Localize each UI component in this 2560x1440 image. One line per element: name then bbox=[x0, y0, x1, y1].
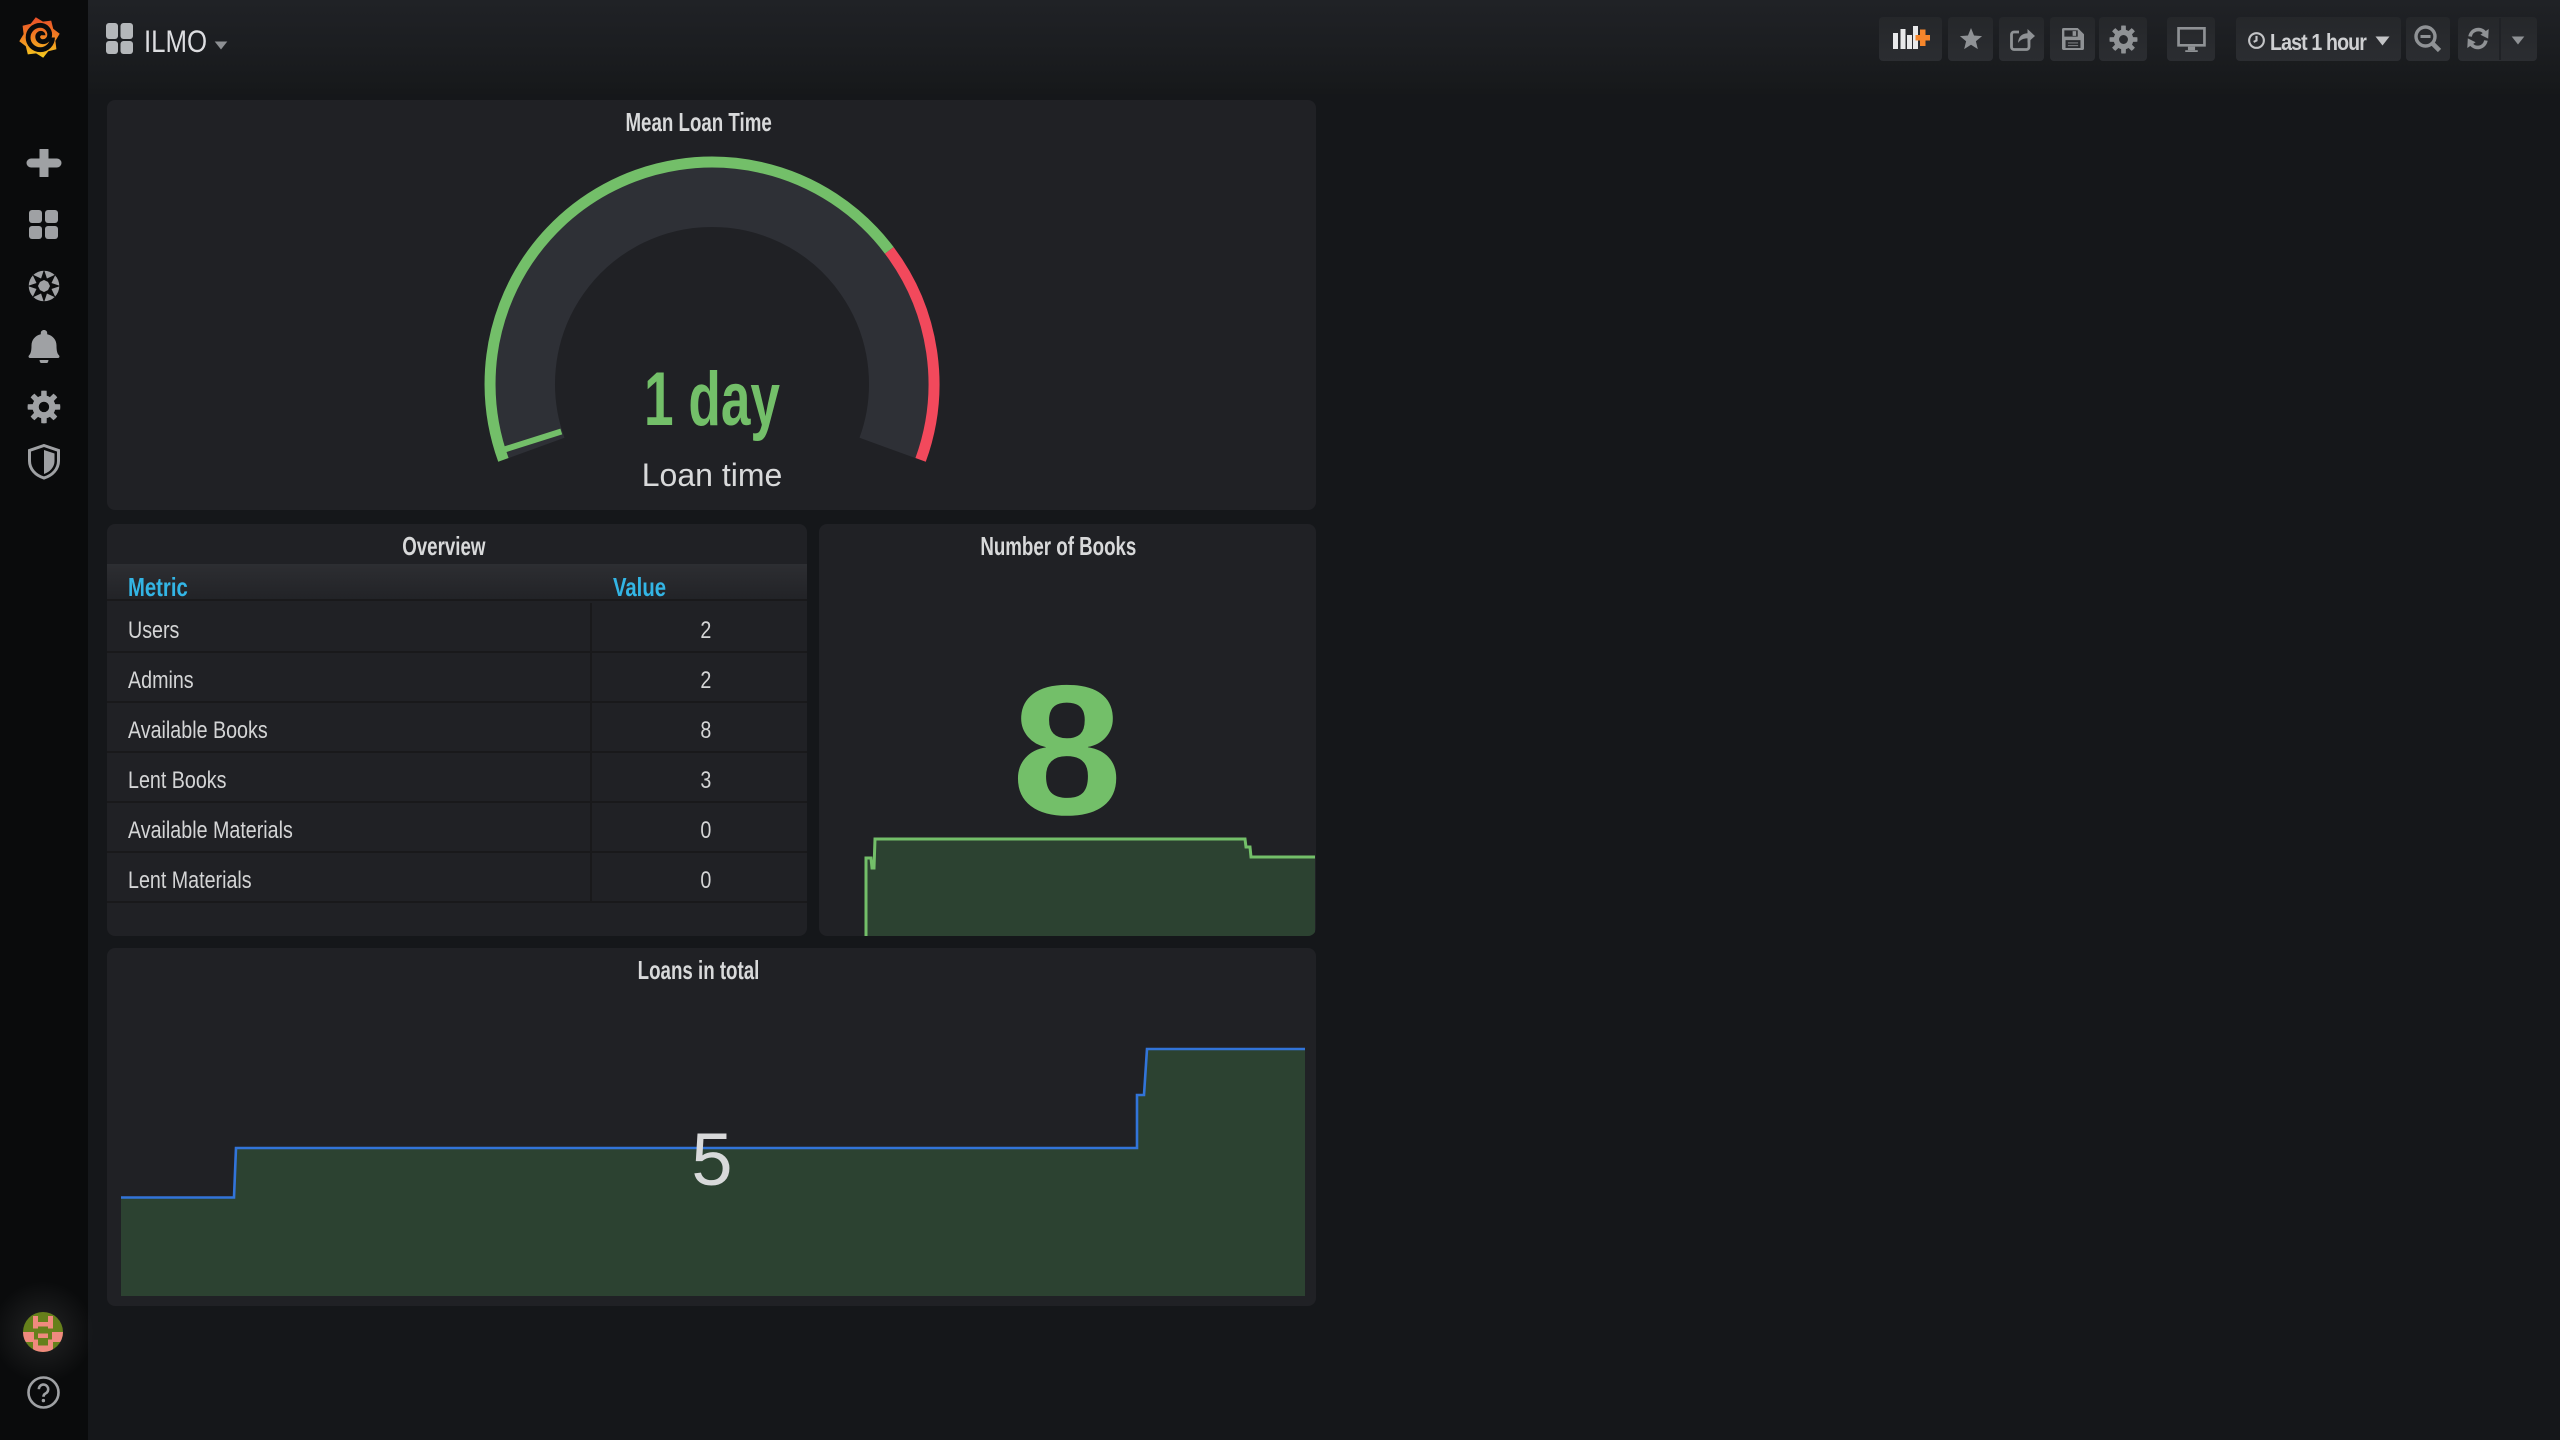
svg-text:Loan time: Loan time bbox=[642, 457, 783, 493]
svg-text:5: 5 bbox=[691, 1118, 732, 1201]
svg-text:1 day: 1 day bbox=[644, 357, 780, 442]
svg-text:8: 8 bbox=[1012, 646, 1123, 853]
